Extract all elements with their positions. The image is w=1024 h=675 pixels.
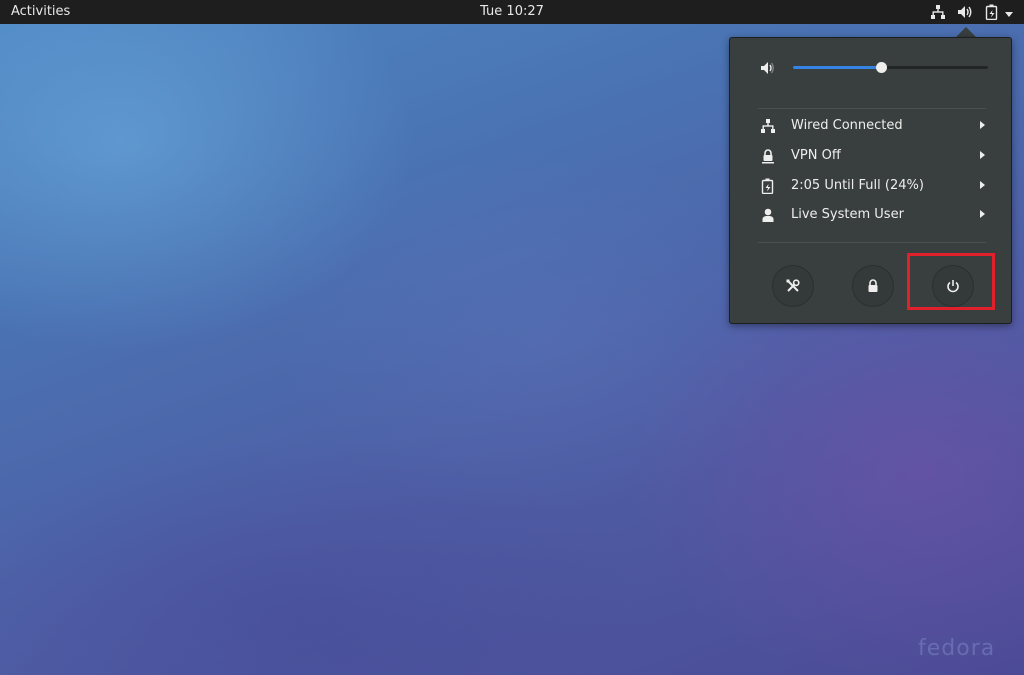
- menu-item-user[interactable]: Live System User: [730, 201, 1011, 230]
- chevron-right-icon: [980, 121, 985, 129]
- menu-item-label: VPN Off: [791, 148, 841, 163]
- clock[interactable]: Tue 10:27: [480, 4, 544, 19]
- volume-low-icon[interactable]: [759, 59, 777, 77]
- volume-row: [730, 38, 1011, 96]
- menu-item-label: 2:05 Until Full (24%): [791, 178, 924, 193]
- battery-charging-icon: [760, 178, 776, 195]
- chevron-right-icon: [980, 210, 985, 218]
- user-icon: [760, 207, 776, 223]
- chevron-right-icon: [980, 151, 985, 159]
- menu-item-battery[interactable]: 2:05 Until Full (24%): [730, 172, 1011, 201]
- clock-container: Tue 10:27: [0, 4, 1024, 20]
- top-bar: Activities Tue 10:27: [0, 0, 1024, 24]
- power-button-highlight: [907, 253, 995, 310]
- menu-item-vpn[interactable]: VPN Off: [730, 142, 1011, 171]
- activities-button[interactable]: Activities: [11, 4, 70, 20]
- volume-icon[interactable]: [957, 4, 973, 20]
- menu-divider: [758, 108, 986, 109]
- settings-button[interactable]: [772, 265, 814, 307]
- network-wired-icon[interactable]: [930, 4, 946, 20]
- lock-button[interactable]: [852, 265, 894, 307]
- chevron-right-icon: [980, 181, 985, 189]
- vpn-lock-icon: [760, 148, 776, 164]
- menu-item-label: Live System User: [791, 207, 904, 222]
- status-area[interactable]: [914, 0, 1024, 24]
- volume-slider-handle[interactable]: [875, 62, 887, 73]
- lock-icon: [868, 279, 878, 292]
- desktop: Activities Tue 10:27 Wired Connected VPN…: [0, 0, 1024, 675]
- menu-divider: [758, 242, 986, 243]
- battery-charging-icon[interactable]: [984, 4, 1000, 21]
- volume-slider-fill: [793, 66, 881, 69]
- fedora-watermark: fedora: [918, 636, 996, 661]
- volume-slider[interactable]: [793, 62, 988, 73]
- settings-tools-icon: [786, 279, 800, 292]
- chevron-down-icon[interactable]: [1004, 8, 1014, 17]
- network-wired-icon: [760, 118, 776, 134]
- menu-item-network[interactable]: Wired Connected: [730, 112, 1011, 141]
- menu-item-label: Wired Connected: [791, 118, 903, 133]
